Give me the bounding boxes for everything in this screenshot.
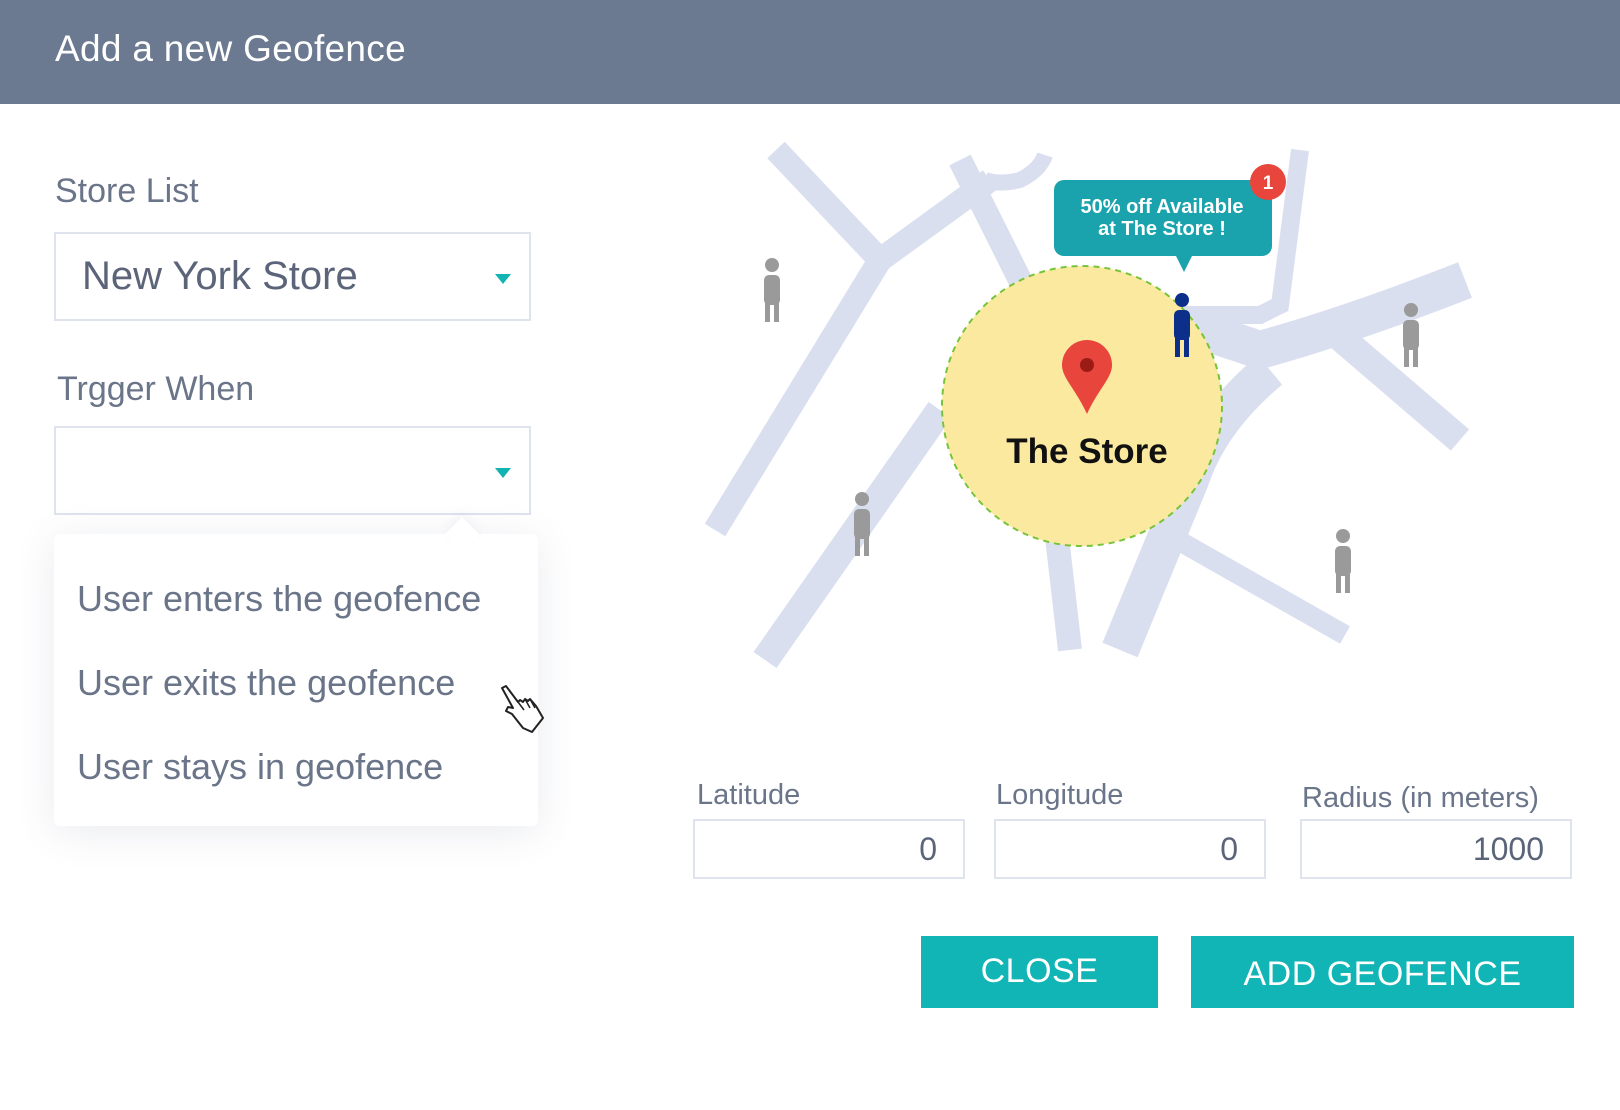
geofence-map: The Store 50% off Available at The Store…	[704, 141, 1472, 669]
store-map-label: The Store	[1006, 432, 1167, 471]
radius-input[interactable]: 1000	[1300, 819, 1572, 879]
person-icon	[1403, 303, 1419, 367]
radius-label: Radius (in meters)	[1302, 782, 1539, 814]
promo-line-2: at The Store !	[1098, 218, 1226, 240]
dialog-title: Add a new Geofence	[55, 28, 406, 69]
geofence-circle	[941, 265, 1223, 547]
notification-badge: 1	[1250, 164, 1286, 200]
trigger-when-select[interactable]	[54, 426, 531, 515]
option-user-enters[interactable]: User enters the geofence	[77, 578, 481, 620]
person-icon	[764, 258, 780, 322]
notification-count: 1	[1263, 173, 1274, 194]
store-list-label: Store List	[55, 172, 199, 210]
store-list-select[interactable]: New York Store	[54, 232, 531, 321]
option-user-exits[interactable]: User exits the geofence	[77, 662, 455, 704]
store-list-value: New York Store	[82, 254, 358, 298]
person-icon	[1335, 529, 1351, 593]
trigger-when-label: Trgger When	[57, 370, 255, 408]
add-geofence-button[interactable]: ADD GEOFENCE	[1191, 936, 1574, 1008]
hand-pointer-icon	[501, 685, 544, 733]
longitude-label: Longitude	[996, 779, 1124, 811]
close-button[interactable]: CLOSE	[921, 936, 1158, 1008]
latitude-label: Latitude	[697, 779, 801, 811]
longitude-input[interactable]: 0	[994, 819, 1266, 879]
chevron-down-icon	[495, 274, 511, 284]
dialog-header: Add a new Geofence	[0, 0, 1620, 104]
trigger-dropdown-menu: User enters the geofence User exits the …	[54, 517, 538, 826]
option-user-stays[interactable]: User stays in geofence	[77, 746, 443, 788]
person-icon	[854, 492, 870, 556]
promo-bubble: 50% off Available at The Store !	[1054, 180, 1272, 272]
chevron-down-icon	[495, 468, 511, 478]
promo-line-1: 50% off Available	[1080, 196, 1243, 218]
latitude-input[interactable]: 0	[693, 819, 965, 879]
